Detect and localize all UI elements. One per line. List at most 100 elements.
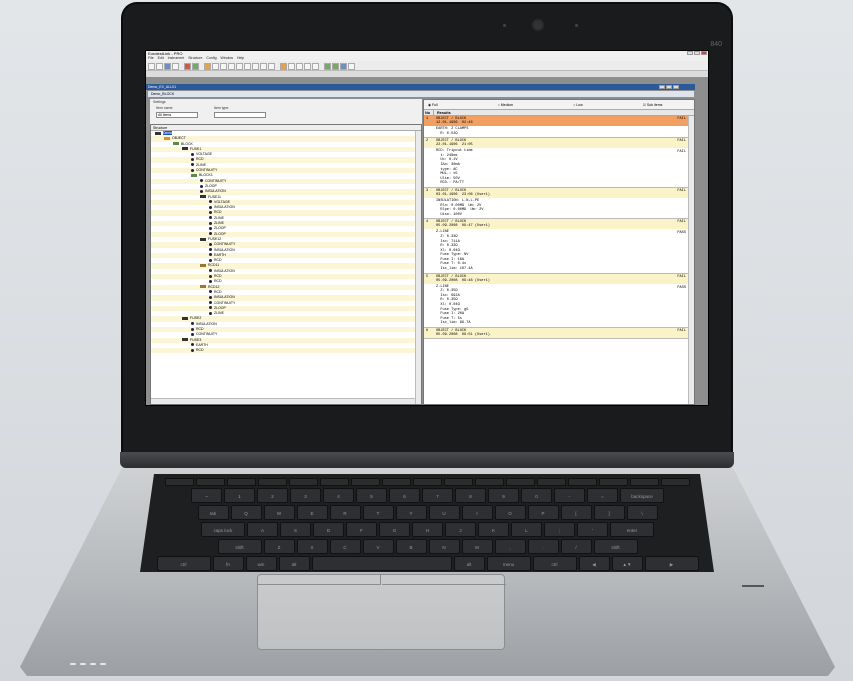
function-key[interactable] [227,478,256,486]
keyboard-key[interactable]: E [296,505,328,520]
keyboard-key[interactable]: M [461,539,493,554]
keyboard-key[interactable]: shift [593,539,638,554]
keyboard-key[interactable]: I [461,505,493,520]
rcd-icon[interactable] [244,63,251,70]
keyboard-key[interactable]: D [313,522,344,537]
menu-item-config[interactable]: Config [206,56,216,61]
arrow-icon[interactable] [260,63,267,70]
keyboard-key[interactable]: 4 [323,488,354,503]
minimize-button[interactable] [687,51,693,55]
print-icon[interactable] [172,63,179,70]
function-key[interactable] [661,478,690,486]
child-close-button[interactable] [673,85,679,89]
menu-item-help[interactable]: Help [237,56,244,61]
keyboard-key[interactable]: shift [217,539,262,554]
keyboard-key[interactable]: tab [197,505,229,520]
filter-low-radio[interactable]: ○ Low [573,103,583,107]
keyboard-key[interactable]: F [346,522,377,537]
list-icon[interactable] [220,63,227,70]
keyboard-key[interactable]: P [527,505,559,520]
results-vertical-scrollbar[interactable] [688,116,694,404]
touchpad[interactable] [257,574,506,650]
keyboard-key[interactable]: ; [544,522,575,537]
function-key[interactable] [630,478,659,486]
result-entry[interactable]: 1 OBJECT / BLOCK 12.01.1906 02:46 FAIL EART… [424,116,694,139]
function-key[interactable] [165,478,194,486]
keyboard-key[interactable]: 6 [389,488,420,503]
function-key[interactable] [537,478,566,486]
keyboard-key[interactable]: 7 [422,488,453,503]
keyboard-key[interactable]: enter [610,522,654,537]
keyboard-key[interactable]: . [527,539,559,554]
open-icon[interactable] [156,63,163,70]
sub-items-checkbox[interactable]: ☑ Sub items [643,103,663,107]
keyboard-key[interactable]: ▲▼ [611,556,643,571]
keyboard-key[interactable]: L [511,522,542,537]
item-name-select[interactable]: All items [156,112,198,118]
menu-item-instrument[interactable]: Instrument [168,56,185,61]
function-key[interactable] [413,478,442,486]
function-key[interactable] [444,478,473,486]
line-icon[interactable] [236,63,243,70]
keyboard-key[interactable]: R [329,505,361,520]
keyboard-key[interactable]: T [362,505,394,520]
help-icon[interactable] [348,63,355,70]
keyboard-key[interactable]: ◀ [578,556,610,571]
keyboard-key[interactable]: Y [395,505,427,520]
keyboard-key[interactable]: G [379,522,410,537]
object-add-icon[interactable] [280,63,287,70]
keyboard-key[interactable]: Q [230,505,262,520]
keyboard-key[interactable]: 9 [488,488,519,503]
function-key[interactable] [475,478,504,486]
keyboard-key[interactable]: S [280,522,311,537]
keyboard-key[interactable]: = [587,488,618,503]
keyboard-key[interactable]: U [428,505,460,520]
keyboard-key[interactable]: caps lock [201,522,245,537]
keyboard-key[interactable]: - [554,488,585,503]
save-icon[interactable] [164,63,171,70]
new-icon[interactable] [148,63,155,70]
keyboard-key[interactable]: V [362,539,394,554]
result-entry[interactable]: 3 OBJECT / BLOCK 03.01.1906 23:06 (User1)… [424,187,694,220]
fuse-icon[interactable] [228,63,235,70]
settings-icon[interactable] [296,63,303,70]
keyboard-key[interactable]: / [560,539,592,554]
cross-icon[interactable] [312,63,319,70]
keyboard-key[interactable]: ctrl [532,556,577,571]
keyboard-key[interactable]: W [263,505,295,520]
keyboard-key[interactable]: X [296,539,328,554]
function-key[interactable] [258,478,287,486]
result-entry[interactable]: 2 OBJECT / BLOCK 22.01.1906 21:05 FAIL RCD:… [424,138,694,188]
keyboard-key[interactable]: N [428,539,460,554]
keyboard-key[interactable]: C [329,539,361,554]
circle-icon[interactable] [304,63,311,70]
keyboard-key[interactable]: backspace [620,488,664,503]
keyboard-key[interactable]: K [478,522,509,537]
keyboard-key[interactable]: \ [626,505,658,520]
grid-icon[interactable] [212,63,219,70]
child-minimize-button[interactable] [659,85,665,89]
keyboard-key[interactable]: [ [560,505,592,520]
earth-icon[interactable] [252,63,259,70]
keyboard-key[interactable] [311,556,452,571]
function-key[interactable] [196,478,225,486]
function-key[interactable] [351,478,380,486]
maximize-button[interactable] [694,51,700,55]
menu-item-edit[interactable]: Edit [158,56,164,61]
function-key[interactable] [506,478,535,486]
copy-icon[interactable] [288,63,295,70]
child-maximize-button[interactable] [666,85,672,89]
function-key[interactable] [320,478,349,486]
sync-icon[interactable] [192,63,199,70]
keyboard-key[interactable]: ' [577,522,608,537]
function-key[interactable] [568,478,597,486]
keyboard-key[interactable]: 5 [356,488,387,503]
object-icon[interactable] [204,63,211,70]
keyboard-key[interactable]: O [494,505,526,520]
keyboard-key[interactable]: 1 [224,488,255,503]
filter-medium-radio[interactable]: ○ Medium [498,103,514,107]
keyboard-key[interactable]: ctrl [156,556,211,571]
keyboard-key[interactable]: win [245,556,277,571]
keyboard-key[interactable]: , [494,539,526,554]
close-button[interactable] [701,51,707,55]
